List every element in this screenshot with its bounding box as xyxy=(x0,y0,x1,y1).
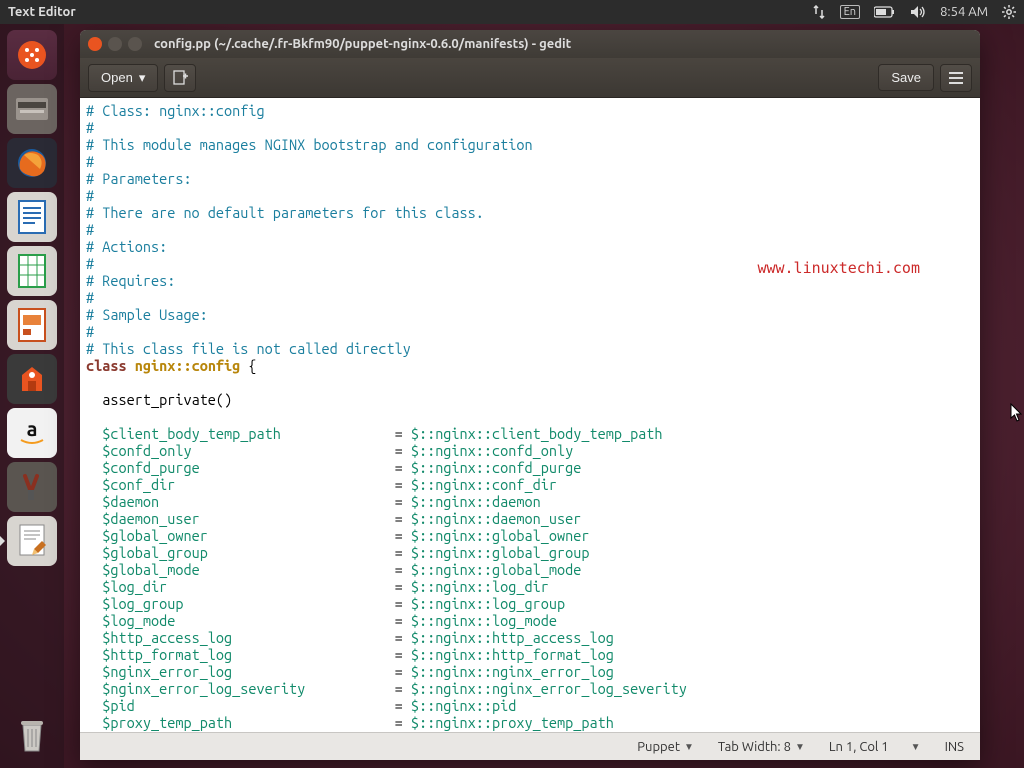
language-selector[interactable]: Puppet▼ xyxy=(637,740,694,754)
open-button[interactable]: Open ▾ xyxy=(88,64,158,92)
tab-width-selector[interactable]: Tab Width: 8▼ xyxy=(718,740,805,754)
hamburger-icon xyxy=(949,72,963,84)
gedit-window: config.pp (~/.cache/.fr-Bkfm90/puppet-ng… xyxy=(80,30,980,760)
gedit-toolbar: Open ▾ Save xyxy=(80,58,980,98)
calc-icon[interactable] xyxy=(7,246,57,296)
dash-icon[interactable] xyxy=(7,30,57,80)
minimize-icon[interactable] xyxy=(108,37,122,51)
impress-icon[interactable] xyxy=(7,300,57,350)
software-icon[interactable] xyxy=(7,354,57,404)
network-icon[interactable] xyxy=(812,5,826,19)
new-doc-icon xyxy=(172,70,188,86)
save-button[interactable]: Save xyxy=(878,64,934,91)
unity-launcher: a xyxy=(0,24,64,768)
gear-icon[interactable] xyxy=(1002,5,1016,19)
hamburger-menu-button[interactable] xyxy=(940,64,972,92)
editor-area[interactable]: # Class: nginx::config # # This module m… xyxy=(80,98,980,732)
active-app-title: Text Editor xyxy=(8,5,76,19)
window-title: config.pp (~/.cache/.fr-Bkfm90/puppet-ng… xyxy=(154,37,571,51)
writer-icon[interactable] xyxy=(7,192,57,242)
open-button-label: Open xyxy=(101,70,133,85)
trash-icon[interactable] xyxy=(7,710,57,760)
new-tab-button[interactable] xyxy=(164,64,196,92)
chevron-down-icon: ▼ xyxy=(795,741,805,753)
chevron-down-icon: ▼ xyxy=(684,741,694,753)
cursor-icon xyxy=(1010,403,1024,423)
files-icon[interactable] xyxy=(7,84,57,134)
firefox-icon[interactable] xyxy=(7,138,57,188)
svg-text:a: a xyxy=(27,417,38,440)
amazon-icon[interactable]: a xyxy=(7,408,57,458)
save-button-label: Save xyxy=(891,70,921,85)
cursor-position: Ln 1, Col 1 ▼ xyxy=(829,740,921,754)
maximize-icon[interactable] xyxy=(128,37,142,51)
window-title-bar[interactable]: config.pp (~/.cache/.fr-Bkfm90/puppet-ng… xyxy=(80,30,980,58)
gedit-icon[interactable] xyxy=(7,516,57,566)
clock-time[interactable]: 8:54 AM xyxy=(940,5,988,19)
battery-icon[interactable] xyxy=(874,6,896,18)
insert-mode[interactable]: INS xyxy=(945,740,964,754)
chevron-down-icon: ▾ xyxy=(139,70,146,86)
close-icon[interactable] xyxy=(88,37,102,51)
watermark: www.linuxtechi.com xyxy=(757,260,920,277)
volume-icon[interactable] xyxy=(910,5,926,19)
top-menu-bar: Text Editor En 8:54 AM xyxy=(0,0,1024,24)
status-bar: Puppet▼ Tab Width: 8▼ Ln 1, Col 1 ▼ INS xyxy=(80,732,980,760)
settings-icon[interactable] xyxy=(7,462,57,512)
keyboard-indicator[interactable]: En xyxy=(840,5,860,19)
chevron-down-icon: ▼ xyxy=(911,741,921,753)
